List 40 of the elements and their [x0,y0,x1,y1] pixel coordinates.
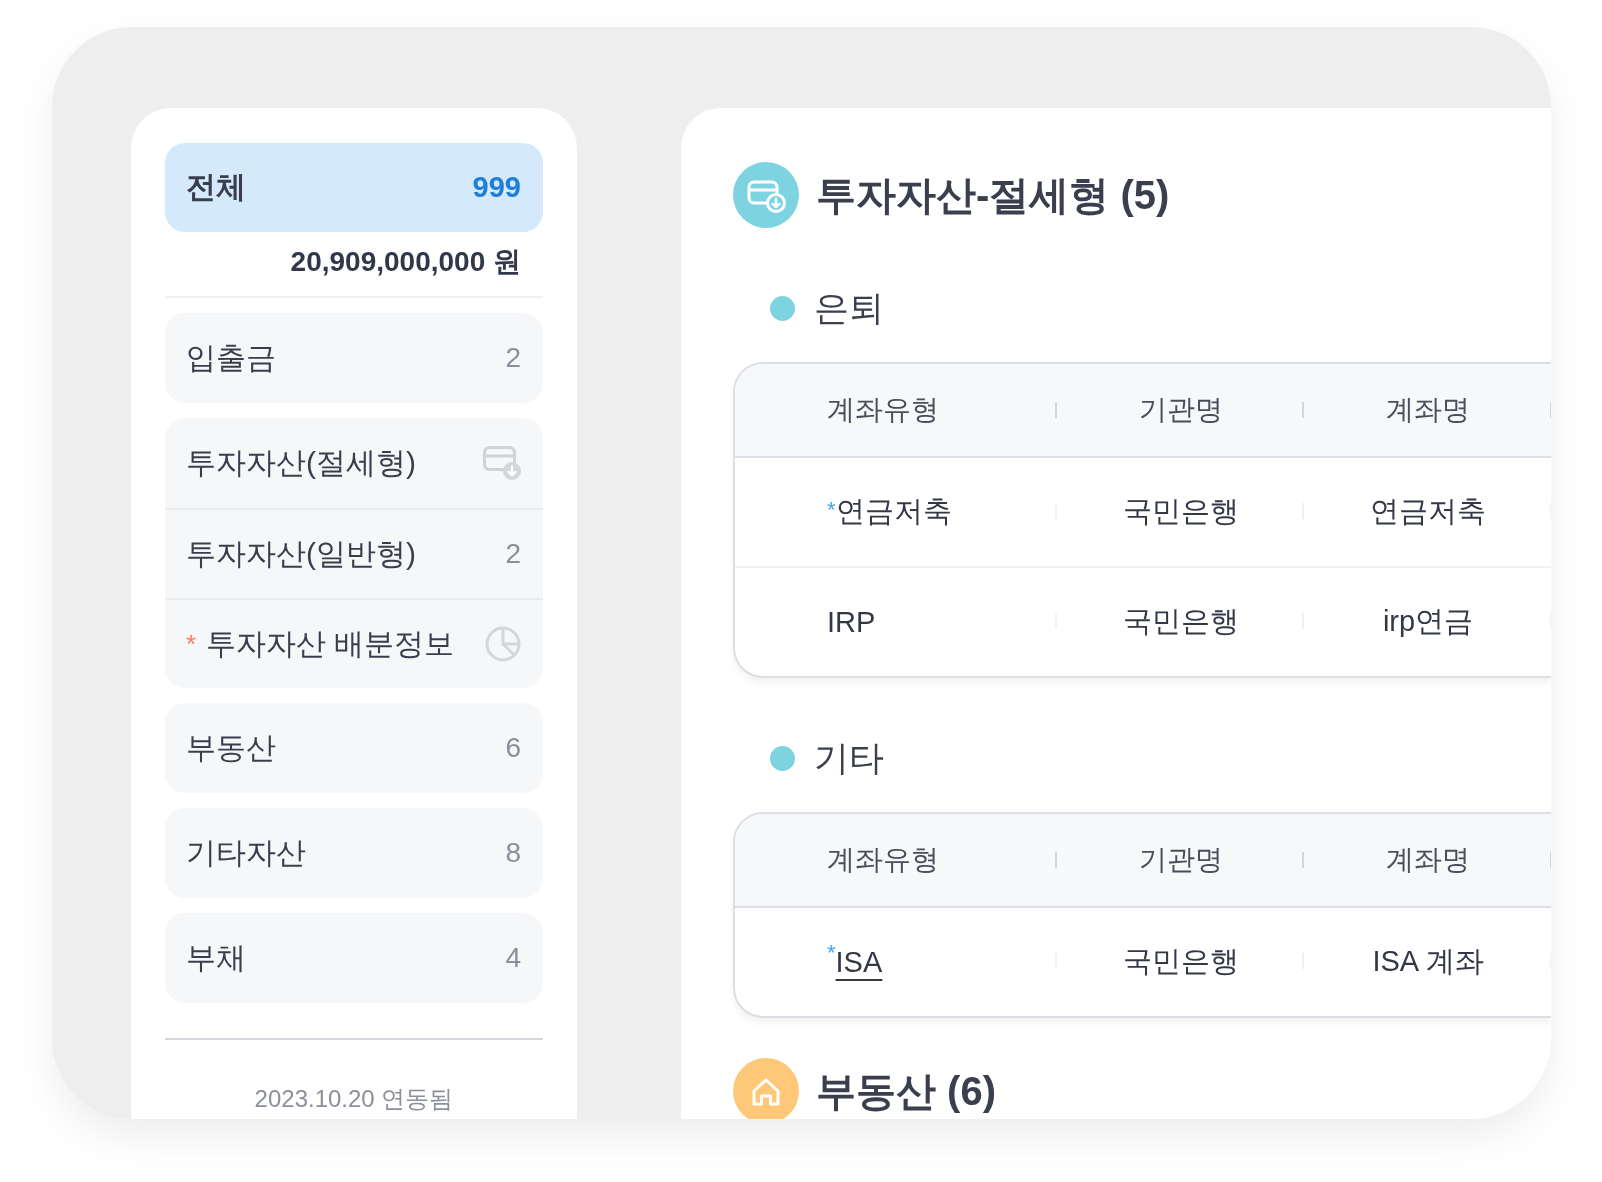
table-cell: 국민은행 [1057,908,1304,1016]
table-cell: ISA 계좌 [1304,908,1551,1016]
table-cell: IRP [735,566,1057,676]
category-item[interactable]: 투자자산(일반형) 2 [165,508,543,598]
pie-chart-icon [485,626,521,662]
group-title: 은퇴 [814,287,884,329]
total-amount: 20,909,000,000 원 [289,245,522,279]
category-item[interactable]: 부동산 6 [165,703,543,793]
bullet-icon [770,295,795,321]
category-item[interactable]: 투자자산(절세형) [165,418,543,508]
column-header: 계좌유형 [735,364,1057,458]
table-cell: 국민은행 [1057,458,1304,566]
category-item[interactable]: 부채 4 [165,913,543,1003]
column-header: 기관명 [1057,364,1304,458]
table-cell: $^{*}$연금저축 [735,458,1057,566]
section-title: 부동산 (6) [816,1068,996,1115]
column-header: 기관명 [1057,814,1304,908]
category-item[interactable]: 입출금 2 [165,313,543,403]
column-header: 계좌유형 [735,814,1057,908]
table-cell: 연금저축 [1304,458,1551,566]
account-link[interactable]: $^{*}$ISA [827,945,883,979]
group-title: 기타 [814,737,884,779]
card-download-icon [483,446,521,480]
column-header: 계좌명 [1304,364,1551,458]
item-count: 2 [505,342,521,374]
item-count: 8 [505,837,521,869]
item-count: 6 [505,732,521,764]
required-mark: * [186,628,197,660]
item-count: 2 [505,538,521,570]
section-title: 투자자산-절세형 (5) [816,172,1170,219]
category-item[interactable]: 전체 999 [165,143,543,232]
item-count: 4 [505,942,521,974]
bullet-icon [770,745,795,771]
table-cell: irp연금 [1304,566,1551,676]
sync-status: 2023.10.20 연동됨 [253,1084,455,1114]
item-count: 999 [472,171,521,204]
column-header: 계좌명 [1304,814,1551,908]
category-item[interactable]: * 투자자산 배분정보 [165,598,543,688]
table-cell: 국민은행 [1057,566,1304,676]
category-item[interactable]: 기타자산 8 [165,808,543,898]
